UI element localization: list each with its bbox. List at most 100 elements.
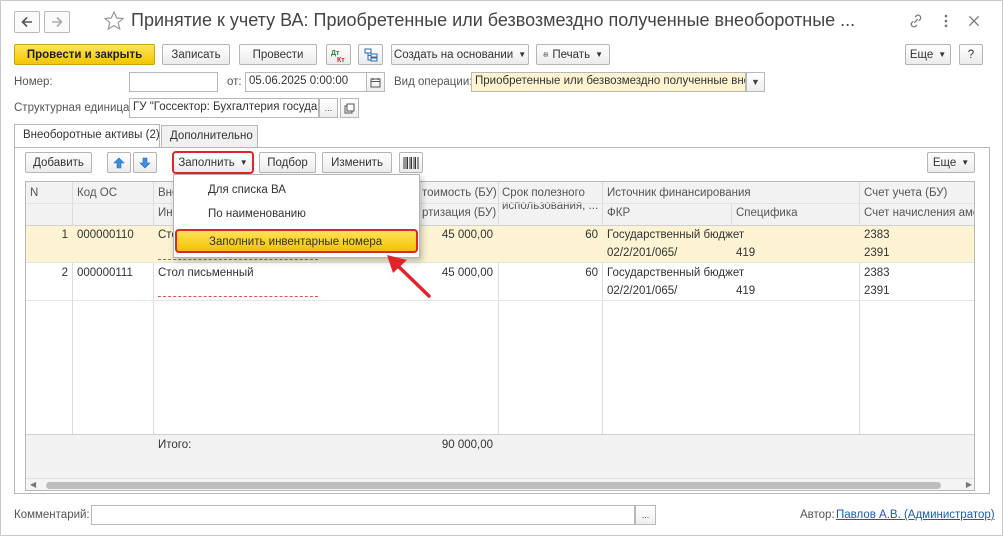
horizontal-scrollbar[interactable]: ◀ ▶ <box>26 478 974 490</box>
col-fkr[interactable]: ФКР <box>607 207 630 219</box>
move-down-button[interactable] <box>133 152 157 173</box>
author-link[interactable]: Павлов А.В. (Администратор) <box>836 509 995 521</box>
help-button[interactable]: ? <box>959 44 983 65</box>
comment-edit-button[interactable]: ... <box>635 505 656 525</box>
unit-label: Структурная единица: <box>14 102 133 114</box>
more-vertical-icon[interactable] <box>937 12 955 30</box>
table-row[interactable]: 1 000000110 Сто 45 000,00 60 Государстве… <box>26 226 974 263</box>
col-code[interactable]: Код ОС <box>77 187 117 199</box>
col-useful-life[interactable]: Срок полезного использования, ... <box>502 187 602 213</box>
row-cost: 45 000,00 <box>441 229 493 241</box>
comment-field[interactable] <box>91 505 635 525</box>
fill-button[interactable]: Заполнить ▼ <box>172 151 254 174</box>
table-row[interactable]: 2 000000111 Стол письменный 45 000,00 60… <box>26 264 974 301</box>
required-field-underline <box>158 259 318 260</box>
row-fin-source: Государственный бюджет <box>607 229 745 241</box>
col-cost[interactable]: тоимость (БУ) <box>422 187 497 199</box>
tab-additional[interactable]: Дополнительно <box>161 125 258 148</box>
col-spec[interactable]: Специфика <box>736 207 798 219</box>
create-based-on-button[interactable]: Создать на основании ▼ <box>391 44 529 65</box>
row-n: 2 <box>61 267 68 279</box>
col-amort-account[interactable]: Счет начисления амор <box>864 207 974 219</box>
col-n[interactable]: N <box>30 187 38 199</box>
header-divider <box>26 203 974 204</box>
scrollbar-thumb[interactable] <box>46 482 941 489</box>
arrow-up-icon <box>113 157 125 168</box>
dt-kt-button[interactable]: Дт Кт <box>326 44 351 65</box>
chevron-down-icon: ▼ <box>961 158 970 167</box>
structure-button[interactable] <box>358 44 383 65</box>
post-and-close-button[interactable]: Провести и закрыть <box>14 44 155 65</box>
row-amort-account: 2391 <box>864 285 890 297</box>
menu-item-for-asset-list[interactable]: Для списка ВА <box>174 179 419 203</box>
row-account: 2383 <box>864 267 890 279</box>
number-field[interactable] <box>129 72 218 92</box>
operation-field[interactable]: Приобретенные или безвозмездно полученны… <box>471 72 746 92</box>
svg-text:Кт: Кт <box>337 57 345 63</box>
row-fin-source: Государственный бюджет <box>607 267 745 279</box>
unit-field[interactable]: ГУ "Госсектор: Бухгалтерия государ <box>129 98 319 118</box>
row-account: 2383 <box>864 229 890 241</box>
printer-icon <box>543 52 549 57</box>
calendar-button[interactable] <box>366 72 385 92</box>
row-spec: 419 <box>736 285 756 297</box>
row-life: 60 <box>585 229 598 241</box>
move-up-button[interactable] <box>107 152 131 173</box>
more-button[interactable]: Еще ▼ <box>905 44 951 65</box>
table-more-label: Еще <box>932 156 957 169</box>
col-account[interactable]: Счет учета (БУ) <box>864 187 947 199</box>
arrow-right-icon <box>52 16 63 28</box>
scroll-right-icon[interactable]: ▶ <box>966 480 972 489</box>
back-button[interactable] <box>14 11 40 33</box>
barcode-icon <box>403 156 419 169</box>
col-divider <box>731 204 732 226</box>
row-life: 60 <box>585 267 598 279</box>
arrow-left-icon <box>21 16 32 28</box>
create-based-on-label: Создать на основании <box>393 48 514 61</box>
pick-button[interactable]: Подбор <box>259 152 316 173</box>
tab-fixed-assets[interactable]: Внеоборотные активы (2) <box>14 124 160 148</box>
ellipsis-icon: ... <box>641 510 650 520</box>
barcode-button[interactable] <box>399 152 423 173</box>
number-label: Номер: <box>14 76 53 88</box>
more-label: Еще <box>909 48 934 61</box>
open-form-icon <box>344 103 355 113</box>
date-label: от: <box>227 76 242 88</box>
menu-item-by-name[interactable]: По наименованию <box>174 203 419 227</box>
favorite-star-icon[interactable] <box>103 10 125 32</box>
unit-select-button[interactable]: ... <box>319 98 338 118</box>
chevron-down-icon: ▼ <box>518 50 527 59</box>
calendar-icon <box>370 77 381 87</box>
hierarchy-icon <box>364 48 377 61</box>
table-more-button[interactable]: Еще ▼ <box>927 152 975 173</box>
row-code: 000000111 <box>77 267 133 279</box>
row-spec: 419 <box>736 247 756 259</box>
col-amortization[interactable]: ртизация (БУ) <box>422 207 496 219</box>
col-fin-source[interactable]: Источник финансирования <box>607 187 751 199</box>
close-icon[interactable] <box>965 12 983 30</box>
change-button[interactable]: Изменить <box>322 152 392 173</box>
required-field-underline <box>158 296 318 297</box>
row-fkr: 02/2/201/065/ <box>607 247 678 259</box>
row-name: Стол письменный <box>158 267 254 279</box>
post-button[interactable]: Провести <box>239 44 317 65</box>
write-button[interactable]: Записать <box>162 44 230 65</box>
link-icon[interactable] <box>907 12 925 30</box>
document-window: Принятие к учету ВА: Приобретенные или б… <box>0 0 1003 536</box>
scroll-left-icon[interactable]: ◀ <box>30 480 36 489</box>
row-amort-account: 2391 <box>864 247 890 259</box>
author-label: Автор: <box>800 509 835 521</box>
forward-button[interactable] <box>44 11 70 33</box>
row-code: 000000110 <box>77 229 134 241</box>
col-inventory[interactable]: Ин <box>158 207 173 219</box>
operation-dropdown-button[interactable]: ▼ <box>746 72 765 92</box>
chevron-down-icon: ▼ <box>595 50 603 59</box>
comment-label: Комментарий: <box>14 509 90 521</box>
totals-label: Итого: <box>158 439 192 451</box>
totals-cost: 90 000,00 <box>441 439 493 451</box>
add-row-button[interactable]: Добавить <box>25 152 92 173</box>
table-header: N Код ОС Вне Ин тоимость (БУ) ртизация (… <box>26 182 974 226</box>
date-field[interactable]: 05.06.2025 0:00:00 <box>245 72 367 92</box>
unit-open-button[interactable] <box>340 98 359 118</box>
print-button[interactable]: Печать ▼ <box>536 44 610 65</box>
